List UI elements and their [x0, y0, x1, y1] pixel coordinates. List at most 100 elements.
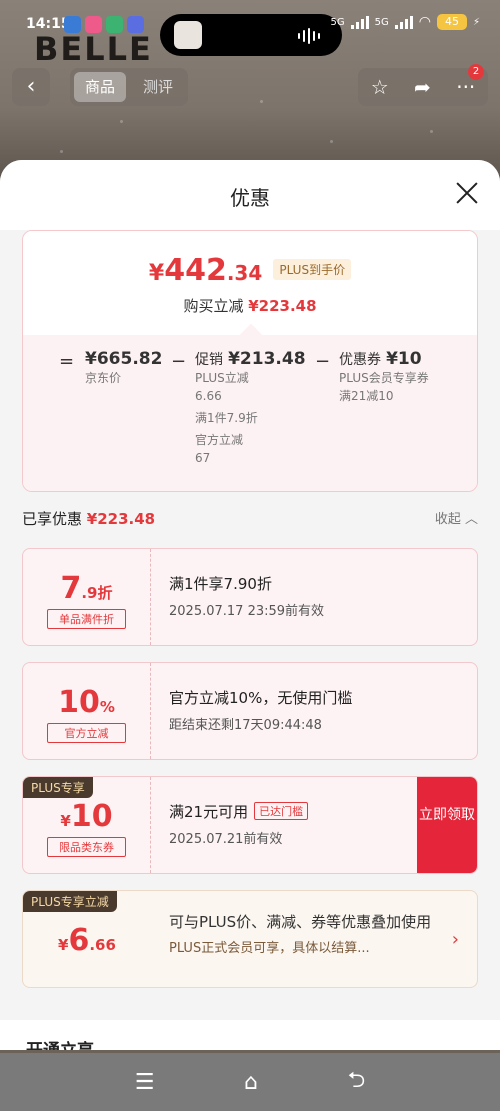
total-saving: 购买立减 ¥223.48	[23, 295, 477, 316]
collapse-button[interactable]: 收起 ︿	[435, 508, 478, 527]
price-summary-card: ¥442.34 PLUS到手价 购买立减 ¥223.48 = ¥665.82 京…	[22, 230, 478, 492]
plus-value-area: ¥6.66	[23, 891, 151, 987]
open-plus-section[interactable]: 开通立享	[0, 1020, 500, 1050]
discount-number: 10	[58, 685, 100, 720]
saving-amount: ¥223.48	[248, 297, 317, 315]
promo-column: 促销 ¥213.48 PLUS立减 6.66 满1件7.9折 官方立减 67	[195, 349, 306, 467]
battery-icon: 45	[436, 14, 467, 30]
coupon-item: PLUS会员专享券	[339, 371, 429, 385]
discount-type-tag: 单品满件折	[47, 609, 126, 629]
plus-details: 可与PLUS价、满减、券等优惠叠加使用 PLUS正式会员可享，具体以结算...	[169, 911, 437, 956]
app-notification-icon	[64, 16, 81, 33]
chevron-right-icon: ›	[451, 929, 459, 950]
coupon-card-plus: PLUS专享 ¥10 限品类东券 满21元可用 已达门槛 2025.07.21前有…	[22, 776, 478, 874]
coupon-value-area: ¥10 限品类东券	[23, 777, 151, 873]
plus-decimal: .66	[89, 936, 116, 954]
discount-validity: 2025.07.17 23:59前有效	[169, 604, 325, 619]
promo-amount: ¥213.48	[228, 349, 306, 369]
system-nav-bar: ☰ ⌂ ⮌	[0, 1053, 500, 1111]
promo-item: 满1件7.9折	[195, 411, 258, 425]
plus-number: 6	[68, 923, 90, 958]
discount-title: 官方立减10%，无使用门槛	[169, 689, 353, 707]
discount-value: 7.9折	[23, 571, 150, 606]
product-nav-bar: ‹ 商品 测评 ☆ ➦ ··· 2	[0, 64, 500, 110]
back-icon[interactable]: ⮌	[348, 1063, 366, 1101]
status-indicators: 5G 5G ◠ 45 ⚡	[330, 14, 480, 30]
menu-icon[interactable]: ☰	[135, 1070, 155, 1095]
promo-item: 67	[195, 451, 211, 465]
plus-note: PLUS正式会员可享，具体以结算...	[169, 941, 370, 956]
jd-price-label: 京东价	[85, 371, 122, 385]
promo-item: 官方立减	[195, 433, 244, 447]
message-badge: 2	[468, 64, 484, 80]
product-tabs: 商品 测评	[70, 68, 188, 106]
price-decimal: .34	[226, 261, 263, 285]
share-icon[interactable]: ➦	[414, 75, 431, 99]
discount-countdown: 距结束还剩17天09:44:48	[169, 718, 322, 733]
coupon-details: 满21元可用 已达门槛 2025.07.21前有效	[169, 801, 457, 847]
coupon-number: 10	[70, 799, 113, 834]
app-notification-icon	[106, 16, 123, 33]
promo-label: 促销	[195, 352, 223, 368]
plus-discount-card[interactable]: PLUS专享立减 ¥6.66 可与PLUS价、满减、券等优惠叠加使用 PLUS正…	[22, 890, 478, 988]
app-notification-icon	[127, 16, 144, 33]
signal-label: 5G	[330, 16, 345, 28]
texture-dot	[430, 130, 433, 133]
coupon-condition: 满21元可用 已达门槛	[169, 801, 457, 822]
saving-label: 购买立减	[183, 297, 244, 315]
promo-item: 6.66	[195, 389, 222, 403]
coupon-label: 优惠券	[339, 352, 381, 368]
signal-icon	[394, 15, 413, 29]
final-price: ¥442.34 PLUS到手价	[23, 253, 477, 288]
audio-wave-icon	[298, 28, 320, 44]
sheet-title: 优惠	[230, 186, 270, 210]
enjoyed-text: 已享优惠	[22, 510, 83, 528]
plus-description: 可与PLUS价、满减、券等优惠叠加使用	[169, 913, 432, 931]
charging-icon: ⚡	[472, 16, 480, 28]
discount-value-area: 7.9折 单品满件折	[23, 549, 151, 645]
discount-details: 满1件享7.90折 2025.07.17 23:59前有效	[169, 573, 457, 619]
enjoyed-amount: ¥223.48	[86, 510, 156, 528]
star-icon[interactable]: ☆	[371, 75, 389, 99]
enjoyed-discount-row: 已享优惠 ¥223.48 收起 ︿	[22, 508, 478, 532]
sheet-header: 优惠	[0, 160, 500, 230]
product-actions: ☆ ➦ ··· 2	[358, 64, 488, 106]
tab-product[interactable]: 商品	[74, 72, 126, 102]
back-button[interactable]: ‹	[12, 68, 50, 106]
equals-sign: =	[59, 351, 75, 372]
coupon-amount: ¥10	[386, 349, 422, 369]
plus-value: ¥6.66	[23, 923, 151, 958]
discount-suffix: %	[99, 698, 115, 716]
home-icon[interactable]: ⌂	[244, 1070, 258, 1095]
close-icon[interactable]	[454, 180, 480, 206]
jd-price-column: ¥665.82 京东价	[85, 349, 162, 387]
discount-value: 10%	[23, 685, 150, 720]
status-bar: 14:15 5G 5G ◠ 45 ⚡	[0, 10, 500, 56]
coupon-value: ¥10	[23, 799, 150, 834]
minus-sign: −	[315, 351, 331, 372]
price-currency: ¥	[148, 261, 165, 286]
discount-suffix: .9折	[81, 584, 113, 602]
discount-sheet: 优惠 ¥442.34 PLUS到手价 购买立减 ¥223.48 = ¥665.8…	[0, 160, 500, 1050]
price-integer: 442	[164, 253, 227, 288]
chevron-left-icon: ‹	[26, 74, 36, 99]
coupon-threshold: 满21元可用	[169, 803, 249, 821]
discount-number: 7	[60, 571, 82, 606]
dynamic-island[interactable]	[160, 14, 342, 56]
coupon-column: 优惠券 ¥10 PLUS会员专享券 满21减10	[339, 349, 429, 405]
texture-dot	[60, 150, 63, 153]
discount-type-tag: 官方立减	[47, 723, 126, 743]
discount-card-official[interactable]: 10% 官方立减 官方立减10%，无使用门槛 距结束还剩17天09:44:48	[22, 662, 478, 760]
discount-details: 官方立减10%，无使用门槛 距结束还剩17天09:44:48	[169, 687, 457, 733]
discount-card-fold[interactable]: 7.9折 单品满件折 满1件享7.90折 2025.07.17 23:59前有效	[22, 548, 478, 646]
final-price-area: ¥442.34 PLUS到手价 购买立减 ¥223.48	[23, 231, 477, 335]
threshold-reached-tag: 已达门槛	[254, 802, 309, 820]
open-plus-title: 开通立享	[26, 1036, 94, 1050]
media-thumbnail	[174, 21, 202, 49]
tab-review[interactable]: 测评	[132, 72, 184, 102]
coupon-item: 满21减10	[339, 389, 394, 403]
plus-currency: ¥	[58, 936, 69, 954]
claim-coupon-button[interactable]: 立即领取	[417, 777, 477, 873]
minus-sign: −	[171, 351, 187, 372]
enjoyed-label: 已享优惠 ¥223.48	[22, 510, 155, 528]
